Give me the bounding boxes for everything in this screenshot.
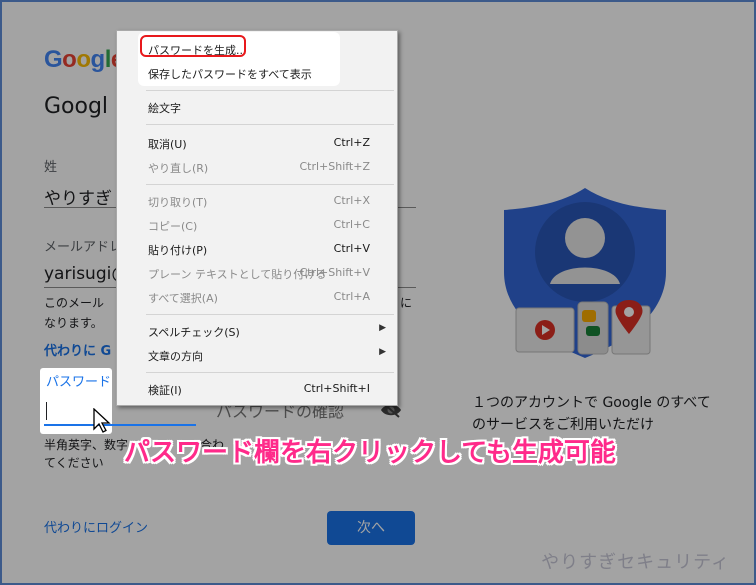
password-label: パスワード [46, 375, 112, 390]
menu-undo[interactable]: 取消(U) Ctrl+Z [116, 132, 396, 154]
menu-separator [146, 372, 394, 373]
submenu-arrow-icon: ▶ [379, 347, 386, 357]
menu-paste-plain[interactable]: プレーン テキストとして貼り付ける Ctrl+Shift+V [116, 262, 396, 284]
menu-separator [146, 184, 394, 185]
menu-inspect[interactable]: 検証(I) Ctrl+Shift+I [116, 378, 396, 400]
annotation-caption: パスワード欄を右クリックしても生成可能 [124, 438, 616, 468]
menu-text-direction[interactable]: 文章の方向 ▶ [116, 344, 396, 366]
menu-spellcheck[interactable]: スペルチェック(S) ▶ [116, 320, 396, 342]
menu-separator [146, 124, 394, 125]
menu-emoji[interactable]: 絵文字 [116, 96, 396, 118]
submenu-arrow-icon: ▶ [379, 323, 386, 333]
menu-cut[interactable]: 切り取り(T) Ctrl+X [116, 190, 396, 212]
password-input[interactable] [44, 424, 196, 426]
menu-redo[interactable]: やり直し(R) Ctrl+Shift+Z [116, 156, 396, 178]
password-caret [46, 402, 47, 420]
menu-separator [146, 90, 394, 91]
menu-copy[interactable]: コピー(C) Ctrl+C [116, 214, 396, 236]
google-signup-page: Google Googl 姓 やりすぎ メールアドレ yarisugi@ このメ… [2, 2, 754, 583]
menu-paste[interactable]: 貼り付け(P) Ctrl+V [116, 238, 396, 260]
mouse-cursor-icon [93, 408, 111, 433]
menu-separator [146, 314, 394, 315]
menu-show-saved-passwords[interactable]: 保存したパスワードをすべて表示 [116, 62, 396, 84]
menu-select-all[interactable]: すべて選択(A) Ctrl+A [116, 286, 396, 308]
generate-password-callout [140, 35, 246, 57]
